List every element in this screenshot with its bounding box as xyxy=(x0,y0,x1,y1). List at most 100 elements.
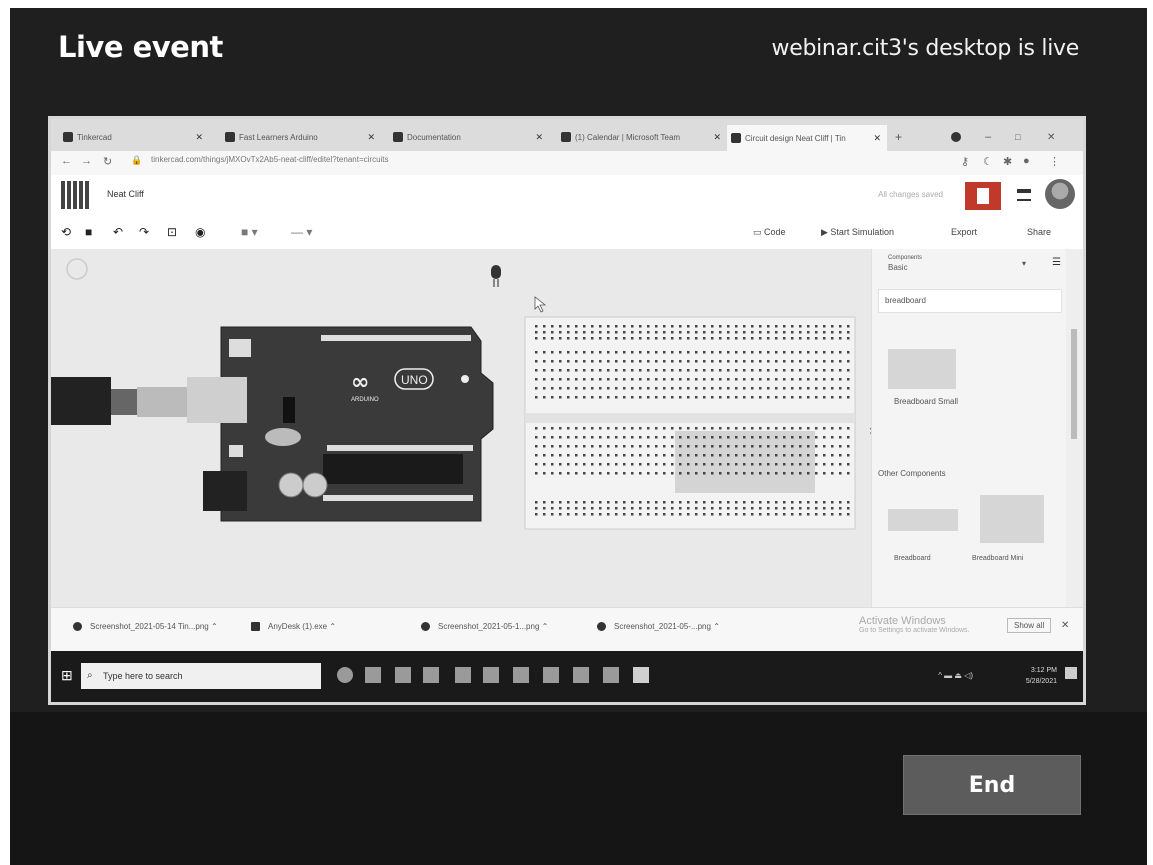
arduino-brand-text: ARDUINO xyxy=(351,397,379,403)
rotate-icon: ⟲ xyxy=(61,225,72,239)
breadboard-component xyxy=(524,316,856,530)
breadboard-small-thumbnail xyxy=(888,349,956,389)
circuit-canvas: ∞ UNO ARDUINO › xyxy=(51,249,875,607)
component-label: Breadboard xyxy=(894,555,931,562)
taskbar-search: ⌕ Type here to search xyxy=(81,663,321,689)
new-tab-icon: + xyxy=(895,130,903,144)
task-view-icon xyxy=(365,667,381,683)
led-component xyxy=(491,265,501,287)
shared-screen: Tinkercad ✕ Fast Learners Arduino ✕ Docu… xyxy=(48,116,1086,705)
zoom-fit-icon xyxy=(66,258,88,280)
breadboard-thumbnail xyxy=(888,509,958,531)
close-icon: ✕ xyxy=(195,131,203,142)
app-icon xyxy=(573,667,589,683)
activate-windows-watermark: Activate Windows Go to Settings to activ… xyxy=(859,615,970,634)
edge-icon xyxy=(455,667,471,683)
saved-status: All changes saved xyxy=(878,190,943,199)
favicon-icon xyxy=(561,132,571,142)
code-button: ▭ Code xyxy=(753,227,786,237)
usb-cable xyxy=(51,377,187,425)
file-icon xyxy=(251,622,260,632)
end-button[interactable]: End xyxy=(903,755,1081,815)
moon-icon: ☾ xyxy=(983,156,993,168)
store-icon xyxy=(423,667,439,683)
app-icon xyxy=(543,667,559,683)
circuit-view-icon xyxy=(965,182,1001,210)
favicon-icon xyxy=(393,132,403,142)
file-icon xyxy=(73,622,82,632)
search-icon: ⌕ xyxy=(87,670,93,681)
panel-scrollbar xyxy=(1066,249,1083,607)
cortana-icon xyxy=(337,667,353,683)
forward-icon: → xyxy=(81,155,92,167)
back-icon: ← xyxy=(61,155,72,167)
calendar-icon xyxy=(513,667,529,683)
components-panel: Components Basic ▾ ☰ breadboard Breadboa… xyxy=(871,249,1067,607)
other-components-heading: Other Components xyxy=(878,469,946,478)
reload-icon: ↻ xyxy=(103,156,113,168)
component-search-input: breadboard xyxy=(878,289,1062,313)
svg-text:∞: ∞ xyxy=(351,370,369,395)
delete-icon: ■ xyxy=(85,225,93,239)
visibility-icon: ◉ xyxy=(195,225,206,239)
component-label: Breadboard Mini xyxy=(972,555,1024,562)
app-icon xyxy=(483,667,499,683)
maximize-icon: □ xyxy=(1015,132,1021,142)
browser-tab: (1) Calendar | Microsoft Team ✕ xyxy=(557,127,727,147)
redo-icon: ↷ xyxy=(139,225,150,239)
undo-icon: ↶ xyxy=(113,225,124,239)
share-button: Share xyxy=(1027,227,1052,237)
download-item: Screenshot_2021-05-...png ⌃ xyxy=(597,622,720,632)
download-item: AnyDesk (1).exe ⌃ xyxy=(251,622,336,632)
browser-tab: Documentation ✕ xyxy=(389,127,549,147)
breadboard-mini-thumbnail xyxy=(980,495,1044,543)
taskbar-clock: 3:12 PM 5/28/2021 xyxy=(1025,667,1057,685)
chevron-down-icon: ▾ xyxy=(1022,259,1027,268)
file-icon xyxy=(421,622,430,632)
minimize-icon: – xyxy=(985,131,992,143)
key-icon: ⚷ xyxy=(961,156,970,168)
favicon-icon xyxy=(731,133,741,143)
browser-tab-bar: Tinkercad ✕ Fast Learners Arduino ✕ Docu… xyxy=(51,119,1083,151)
download-item: Screenshot_2021-05-14 Tin...png ⌃ xyxy=(73,622,218,632)
mail-icon xyxy=(395,667,411,683)
play-icon: ▶ xyxy=(821,227,831,237)
close-window-icon: ✕ xyxy=(1047,131,1056,143)
close-icon: ✕ xyxy=(713,131,721,142)
list-view-icon: ☰ xyxy=(1052,257,1061,268)
color-picker-icon: ■ ▾ xyxy=(241,225,258,239)
windows-taskbar: ⊞ ⌕ Type here to search ^ ▬ ⏏ ◁) 3:12 PM… xyxy=(51,651,1083,702)
browser-tab: Tinkercad ✕ xyxy=(59,127,209,147)
favicon-icon xyxy=(225,132,235,142)
extension-icon: ✱ xyxy=(1003,156,1013,168)
notifications-icon xyxy=(1065,667,1077,679)
file-icon xyxy=(597,622,606,632)
start-simulation-button: ▶ Start Simulation xyxy=(821,227,894,237)
chrome-icon xyxy=(633,667,649,683)
components-dropdown: Basic xyxy=(888,263,908,272)
design-name: Neat Cliff xyxy=(107,189,144,199)
app-icon xyxy=(603,667,619,683)
code-icon: ▭ xyxy=(753,227,765,237)
windows-start-icon: ⊞ xyxy=(61,667,73,683)
browser-tab-active: Circuit design Neat Cliff | Tin ✕ xyxy=(727,125,887,151)
arduino-uno-board: ∞ UNO ARDUINO xyxy=(187,326,494,522)
export-button: Export xyxy=(951,227,978,237)
cursor-icon xyxy=(534,296,547,313)
arduino-logo-text: UNO xyxy=(401,373,428,387)
url-text: tinkercad.com/things/jMXOvTx2Ab5-neat-cl… xyxy=(151,155,389,164)
lock-icon: 🔒 xyxy=(131,155,143,165)
show-all-button: Show all xyxy=(1007,618,1052,633)
favicon-icon xyxy=(63,132,73,142)
address-bar: ← → ↻ 🔒 tinkercad.com/things/jMXOvTx2Ab5… xyxy=(51,151,1083,175)
annotate-icon: ⊡ xyxy=(167,225,178,239)
profile-icon xyxy=(951,127,967,147)
app-header: Neat Cliff All changes saved xyxy=(51,175,1083,216)
avatar xyxy=(1045,179,1075,209)
download-item: Screenshot_2021-05-1...png ⌃ xyxy=(421,622,548,632)
account-icon: ● xyxy=(1023,155,1030,167)
browser-tab: Fast Learners Arduino ✕ xyxy=(221,127,381,147)
circuit-drawing: ∞ UNO ARDUINO › xyxy=(51,258,875,530)
component-label: Breadboard Small xyxy=(894,397,959,406)
page-title: Live event xyxy=(58,30,223,64)
